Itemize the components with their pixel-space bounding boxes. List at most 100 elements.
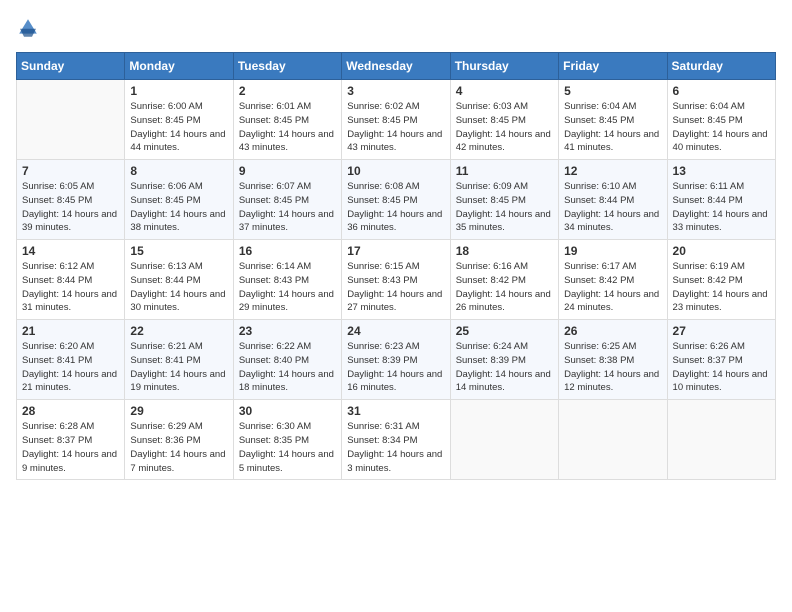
day-number: 16 <box>239 244 336 258</box>
calendar-day-cell: 19Sunrise: 6:17 AMSunset: 8:42 PMDayligh… <box>559 240 667 320</box>
day-number: 18 <box>456 244 553 258</box>
calendar-day-cell: 6 Sunrise: 6:04 AMSunset: 8:45 PMDaylight… <box>667 80 775 160</box>
calendar-day-cell: 15 Sunrise: 6:13 AMSunset: 8:44 PMDayligh… <box>125 240 233 320</box>
calendar-day-cell <box>667 400 775 480</box>
day-info: Sunrise: 6:13 AMSunset: 8:44 PMDaylight:… <box>130 260 227 315</box>
calendar-day-cell: 13Sunrise: 6:11 AMSunset: 8:44 PMDayligh… <box>667 160 775 240</box>
day-info: Sunrise: 6:17 AMSunset: 8:42 PMDaylight:… <box>564 260 661 315</box>
calendar-day-cell: 7 Sunrise: 6:05 AMSunset: 8:45 PMDaylight… <box>17 160 125 240</box>
calendar-day-cell: 10 Sunrise: 6:08 AMSunset: 8:45 PMDayligh… <box>342 160 450 240</box>
calendar-day-cell: 28 Sunrise: 6:28 AMSunset: 8:37 PMDayligh… <box>17 400 125 480</box>
day-info: Sunrise: 6:01 AMSunset: 8:45 PMDaylight:… <box>239 100 336 155</box>
calendar-day-cell: 20 Sunrise: 6:19 AMSunset: 8:42 PMDayligh… <box>667 240 775 320</box>
day-number: 12 <box>564 164 661 178</box>
day-header-saturday: Saturday <box>667 53 775 80</box>
day-info: Sunrise: 6:00 AMSunset: 8:45 PMDaylight:… <box>130 100 227 155</box>
calendar-day-cell: 11 Sunrise: 6:09 AMSunset: 8:45 PMDayligh… <box>450 160 558 240</box>
day-info: Sunrise: 6:03 AMSunset: 8:45 PMDaylight:… <box>456 100 553 155</box>
day-number: 8 <box>130 164 227 178</box>
day-info: Sunrise: 6:04 AMSunset: 8:45 PMDaylight:… <box>673 100 770 155</box>
day-number: 22 <box>130 324 227 338</box>
day-info: Sunrise: 6:19 AMSunset: 8:42 PMDaylight:… <box>673 260 770 315</box>
day-info: Sunrise: 6:16 AMSunset: 8:42 PMDaylight:… <box>456 260 553 315</box>
calendar-day-cell: 25Sunrise: 6:24 AMSunset: 8:39 PMDayligh… <box>450 320 558 400</box>
logo <box>16 16 44 40</box>
day-info: Sunrise: 6:09 AMSunset: 8:45 PMDaylight:… <box>456 180 553 235</box>
day-number: 5 <box>564 84 661 98</box>
day-info: Sunrise: 6:25 AMSunset: 8:38 PMDaylight:… <box>564 340 661 395</box>
calendar-day-cell: 26 Sunrise: 6:25 AMSunset: 8:38 PMDayligh… <box>559 320 667 400</box>
day-number: 30 <box>239 404 336 418</box>
day-number: 24 <box>347 324 444 338</box>
day-number: 4 <box>456 84 553 98</box>
day-info: Sunrise: 6:26 AMSunset: 8:37 PMDaylight:… <box>673 340 770 395</box>
day-info: Sunrise: 6:29 AMSunset: 8:36 PMDaylight:… <box>130 420 227 475</box>
calendar-day-cell: 29 Sunrise: 6:29 AMSunset: 8:36 PMDayligh… <box>125 400 233 480</box>
day-number: 7 <box>22 164 119 178</box>
day-header-monday: Monday <box>125 53 233 80</box>
day-number: 15 <box>130 244 227 258</box>
day-info: Sunrise: 6:12 AMSunset: 8:44 PMDaylight:… <box>22 260 119 315</box>
day-info: Sunrise: 6:02 AMSunset: 8:45 PMDaylight:… <box>347 100 444 155</box>
day-info: Sunrise: 6:28 AMSunset: 8:37 PMDaylight:… <box>22 420 119 475</box>
calendar-week-row: 21 Sunrise: 6:20 AMSunset: 8:41 PMDayligh… <box>17 320 776 400</box>
day-info: Sunrise: 6:20 AMSunset: 8:41 PMDaylight:… <box>22 340 119 395</box>
day-header-thursday: Thursday <box>450 53 558 80</box>
day-number: 17 <box>347 244 444 258</box>
calendar-day-cell: 1 Sunrise: 6:00 AMSunset: 8:45 PMDaylight… <box>125 80 233 160</box>
day-number: 6 <box>673 84 770 98</box>
calendar-day-cell <box>450 400 558 480</box>
day-info: Sunrise: 6:30 AMSunset: 8:35 PMDaylight:… <box>239 420 336 475</box>
day-number: 23 <box>239 324 336 338</box>
day-number: 14 <box>22 244 119 258</box>
day-info: Sunrise: 6:15 AMSunset: 8:43 PMDaylight:… <box>347 260 444 315</box>
day-info: Sunrise: 6:21 AMSunset: 8:41 PMDaylight:… <box>130 340 227 395</box>
day-info: Sunrise: 6:22 AMSunset: 8:40 PMDaylight:… <box>239 340 336 395</box>
calendar-day-cell: 22 Sunrise: 6:21 AMSunset: 8:41 PMDayligh… <box>125 320 233 400</box>
day-number: 1 <box>130 84 227 98</box>
calendar-day-cell <box>17 80 125 160</box>
day-info: Sunrise: 6:08 AMSunset: 8:45 PMDaylight:… <box>347 180 444 235</box>
day-info: Sunrise: 6:07 AMSunset: 8:45 PMDaylight:… <box>239 180 336 235</box>
calendar-day-cell: 5 Sunrise: 6:04 AMSunset: 8:45 PMDaylight… <box>559 80 667 160</box>
calendar-day-cell <box>559 400 667 480</box>
day-number: 3 <box>347 84 444 98</box>
day-info: Sunrise: 6:06 AMSunset: 8:45 PMDaylight:… <box>130 180 227 235</box>
calendar-day-cell: 24 Sunrise: 6:23 AMSunset: 8:39 PMDayligh… <box>342 320 450 400</box>
day-info: Sunrise: 6:23 AMSunset: 8:39 PMDaylight:… <box>347 340 444 395</box>
day-number: 26 <box>564 324 661 338</box>
day-info: Sunrise: 6:05 AMSunset: 8:45 PMDaylight:… <box>22 180 119 235</box>
calendar-day-cell: 21 Sunrise: 6:20 AMSunset: 8:41 PMDayligh… <box>17 320 125 400</box>
day-number: 11 <box>456 164 553 178</box>
calendar-day-cell: 12 Sunrise: 6:10 AMSunset: 8:44 PMDayligh… <box>559 160 667 240</box>
calendar-day-cell: 27 Sunrise: 6:26 AMSunset: 8:37 PMDayligh… <box>667 320 775 400</box>
day-number: 20 <box>673 244 770 258</box>
calendar-table: SundayMondayTuesdayWednesdayThursdayFrid… <box>16 52 776 480</box>
calendar-day-cell: 4 Sunrise: 6:03 AMSunset: 8:45 PMDaylight… <box>450 80 558 160</box>
day-header-tuesday: Tuesday <box>233 53 341 80</box>
day-number: 28 <box>22 404 119 418</box>
day-info: Sunrise: 6:14 AMSunset: 8:43 PMDaylight:… <box>239 260 336 315</box>
day-info: Sunrise: 6:10 AMSunset: 8:44 PMDaylight:… <box>564 180 661 235</box>
calendar-week-row: 28 Sunrise: 6:28 AMSunset: 8:37 PMDayligh… <box>17 400 776 480</box>
day-number: 29 <box>130 404 227 418</box>
calendar-week-row: 7 Sunrise: 6:05 AMSunset: 8:45 PMDaylight… <box>17 160 776 240</box>
calendar-day-cell: 30 Sunrise: 6:30 AMSunset: 8:35 PMDayligh… <box>233 400 341 480</box>
day-number: 21 <box>22 324 119 338</box>
calendar-day-cell: 8 Sunrise: 6:06 AMSunset: 8:45 PMDaylight… <box>125 160 233 240</box>
calendar-day-cell: 16 Sunrise: 6:14 AMSunset: 8:43 PMDayligh… <box>233 240 341 320</box>
calendar-day-cell: 3 Sunrise: 6:02 AMSunset: 8:45 PMDaylight… <box>342 80 450 160</box>
calendar-day-cell: 9 Sunrise: 6:07 AMSunset: 8:45 PMDaylight… <box>233 160 341 240</box>
calendar-week-row: 14 Sunrise: 6:12 AMSunset: 8:44 PMDayligh… <box>17 240 776 320</box>
day-number: 10 <box>347 164 444 178</box>
day-number: 9 <box>239 164 336 178</box>
calendar-header-row: SundayMondayTuesdayWednesdayThursdayFrid… <box>17 53 776 80</box>
day-info: Sunrise: 6:04 AMSunset: 8:45 PMDaylight:… <box>564 100 661 155</box>
day-info: Sunrise: 6:24 AMSunset: 8:39 PMDaylight:… <box>456 340 553 395</box>
day-header-sunday: Sunday <box>17 53 125 80</box>
calendar-day-cell: 14 Sunrise: 6:12 AMSunset: 8:44 PMDayligh… <box>17 240 125 320</box>
day-number: 13 <box>673 164 770 178</box>
logo-icon <box>16 16 40 40</box>
day-header-wednesday: Wednesday <box>342 53 450 80</box>
day-number: 27 <box>673 324 770 338</box>
